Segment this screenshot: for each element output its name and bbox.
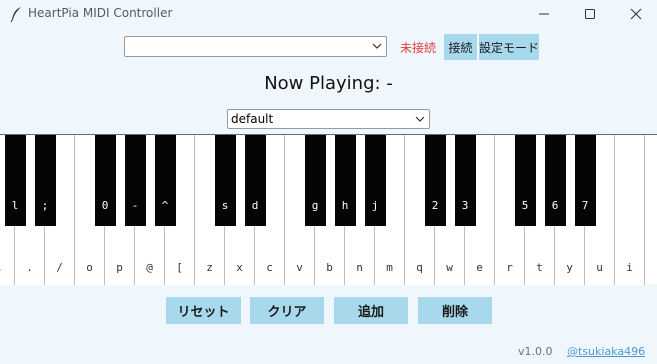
black-key-label: 5 (521, 199, 529, 212)
white-key-label: u (596, 261, 603, 274)
white-key-label: / (56, 261, 63, 274)
black-key[interactable]: 7 (574, 135, 596, 226)
white-key-label: e (476, 261, 483, 274)
clear-button[interactable]: クリア (250, 297, 324, 324)
midi-device-select[interactable] (124, 36, 387, 57)
piano-keyboard: ,. / o p @ [ z x c v b n m q w e r t y u i l; 0 - ^ s d g h j 2 3 5 6 7 (0, 134, 657, 285)
author-link[interactable]: @tsukiaka496 (567, 345, 645, 358)
preset-select[interactable]: default (227, 109, 430, 129)
white-key-label: @ (146, 261, 153, 274)
black-key[interactable]: 6 (544, 135, 566, 226)
black-key-label: 0 (101, 199, 109, 212)
black-key-label: ; (41, 199, 49, 212)
minimize-icon (539, 13, 549, 15)
white-key-label: b (326, 261, 333, 274)
black-key-label: g (311, 199, 319, 212)
add-button[interactable]: 追加 (334, 297, 408, 324)
white-key-label: w (446, 261, 453, 274)
black-key-label: s (221, 199, 229, 212)
connection-status: 未接続 (400, 41, 437, 55)
black-key-label: d (251, 199, 259, 212)
black-key[interactable]: 2 (424, 135, 446, 226)
version-label: v1.0.0 (518, 345, 553, 358)
black-key-label: ^ (161, 199, 169, 212)
white-key-label: z (206, 261, 213, 274)
white-key-label: . (26, 261, 33, 274)
title-bar: HeartPia MIDI Controller (0, 0, 657, 28)
black-key[interactable]: ; (34, 135, 56, 226)
black-key-label: - (131, 199, 139, 212)
black-key-label: j (371, 199, 379, 212)
delete-button[interactable]: 削除 (418, 297, 492, 324)
white-key[interactable]: i (615, 135, 645, 285)
black-key-label: 2 (431, 199, 439, 212)
black-key[interactable]: 3 (454, 135, 476, 226)
white-key-label: t (536, 261, 543, 274)
black-key-label: 3 (461, 199, 469, 212)
black-key[interactable]: l (4, 135, 26, 226)
white-key-label: , (0, 261, 14, 274)
white-key-label: x (236, 261, 243, 274)
preset-select-value: default (231, 112, 274, 126)
white-key-label: n (356, 261, 363, 274)
maximize-button[interactable] (567, 0, 613, 28)
black-key-label: l (11, 199, 19, 212)
window-title: HeartPia MIDI Controller (28, 6, 173, 20)
now-playing-label: Now Playing: - (264, 73, 393, 94)
black-key[interactable]: j (364, 135, 386, 226)
black-key-label: 6 (551, 199, 559, 212)
black-key[interactable]: s (214, 135, 236, 226)
connect-button[interactable]: 接続 (444, 34, 477, 60)
white-key-label: m (386, 261, 393, 274)
black-key[interactable]: g (304, 135, 326, 226)
chevron-down-icon (415, 116, 425, 122)
white-key-label: c (266, 261, 273, 274)
white-key-label: o (86, 261, 93, 274)
black-key[interactable]: - (124, 135, 146, 226)
black-key[interactable]: 5 (514, 135, 536, 226)
black-key[interactable]: h (334, 135, 356, 226)
settings-mode-button[interactable]: 設定モード (479, 34, 539, 60)
white-key-label: q (416, 261, 423, 274)
black-key[interactable]: d (244, 135, 266, 226)
close-button[interactable] (613, 0, 657, 28)
black-key-label: h (341, 199, 349, 212)
black-key[interactable]: ^ (154, 135, 176, 226)
white-key-label: r (506, 261, 513, 274)
white-key-label: [ (176, 261, 183, 274)
white-key-label: y (566, 261, 573, 274)
maximize-icon (585, 9, 595, 19)
black-key[interactable]: 0 (94, 135, 116, 226)
close-icon (630, 8, 642, 20)
minimize-button[interactable] (521, 0, 567, 28)
reset-button[interactable]: リセット (166, 297, 241, 324)
chevron-down-icon (372, 43, 382, 49)
white-key-label: v (296, 261, 303, 274)
black-key-label: 7 (581, 199, 589, 212)
white-key-label: i (626, 261, 633, 274)
white-key-label: p (116, 261, 123, 274)
quill-feather-icon (10, 7, 21, 22)
